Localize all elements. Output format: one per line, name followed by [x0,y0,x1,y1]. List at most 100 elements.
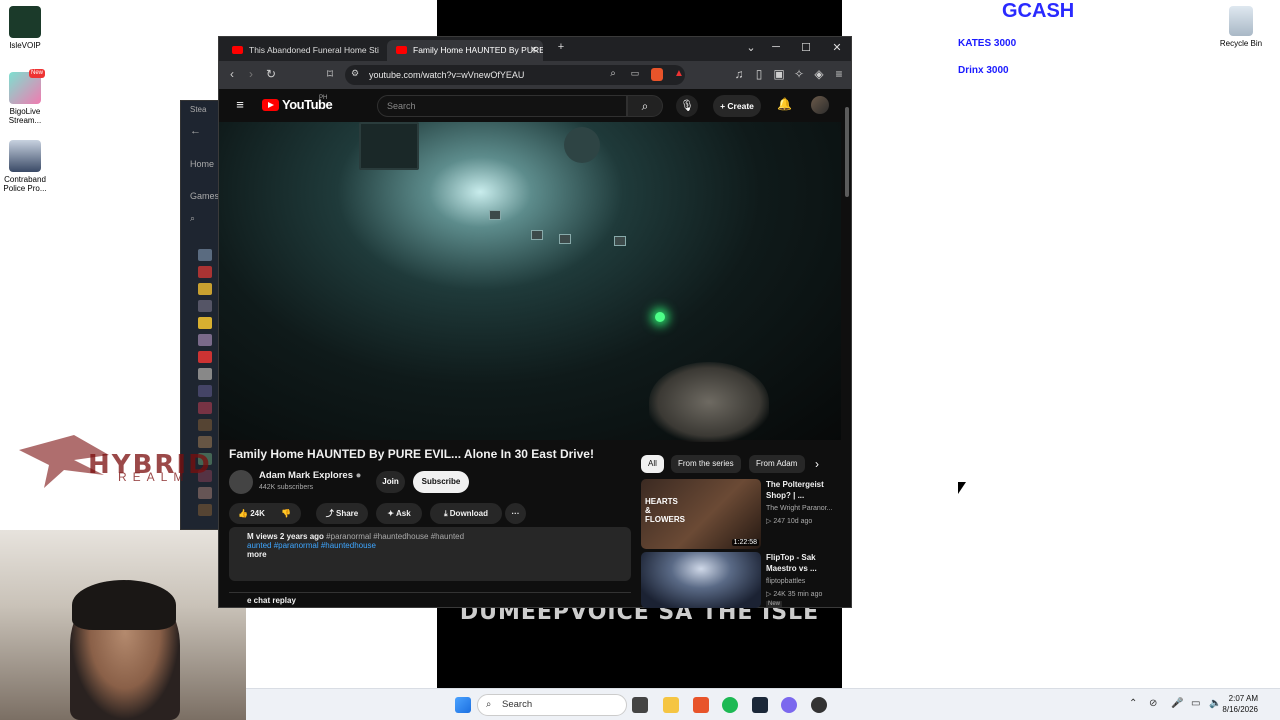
menu-icon[interactable]: ≡ [831,67,847,81]
desktop-icon-bigolive[interactable]: New BigoLive Stream... [0,69,55,125]
wallet-icon[interactable]: ▣ [771,67,787,81]
reload-icon[interactable]: ↻ [263,67,279,81]
steam-game-icon[interactable] [198,334,212,346]
more-actions-button[interactable]: ··· [505,503,526,524]
voice-search-mic-icon[interactable]: 🎙 [676,95,698,117]
page-scrollbar[interactable] [843,89,851,607]
taskbar-clock[interactable]: 2:07 AM 8/16/2026 [1222,693,1258,715]
steam-icon[interactable] [752,697,768,713]
desktop-icon-contraband[interactable]: Contraband Police Pro... [0,140,55,193]
steam-game-icon[interactable] [198,283,212,295]
chips-next-chevron-icon[interactable]: › [809,457,825,471]
back-icon[interactable]: ‹ [224,67,240,81]
channel-name-text: Adam Mark Explores [259,470,353,481]
steam-game-icon[interactable] [198,266,212,278]
youtube-search-input[interactable]: Search [377,95,627,117]
recommendation-item[interactable]: FlipTop - Sak Maestro vs ... fliptopbatt… [641,552,831,622]
brave-rewards-icon[interactable]: ▲ [671,68,687,79]
chip-from-series[interactable]: From the series [671,455,741,473]
close-tab-icon[interactable]: ✕ [530,40,538,61]
steam-game-icon[interactable] [198,368,212,380]
steam-game-icon[interactable] [198,385,212,397]
user-avatar[interactable] [811,96,829,114]
file-explorer-icon[interactable] [663,697,679,713]
share-button[interactable]: ⤴ Share [316,503,368,524]
new-tab-button[interactable]: + [551,41,571,53]
hamburger-menu-icon[interactable]: ≡ [232,97,248,112]
youtube-favicon-icon [396,46,407,54]
media-icon[interactable]: ♫ [731,67,747,81]
channel-avatar[interactable] [229,470,253,494]
search-icon: ⌕ [641,99,649,113]
ask-button[interactable]: ✦ Ask [376,503,422,524]
steam-game-icon[interactable] [198,300,212,312]
taskbar-search[interactable]: ⌕ Search [477,694,627,716]
channel-name[interactable]: Adam Mark Explores ● [259,470,361,481]
webcam-person-hair [72,580,176,630]
volume-icon[interactable]: 🔈 [1209,698,1221,709]
task-view-icon[interactable] [632,697,648,713]
steam-game-icon[interactable] [198,402,212,414]
bookmark-icon[interactable]: ⌑ [322,67,338,81]
tab-funeral-home[interactable]: This Abandoned Funeral Home Still H [223,40,379,61]
network-icon[interactable]: ⊘ [1149,698,1157,709]
join-button[interactable]: Join [376,471,405,493]
scrollbar-thumb[interactable] [845,107,849,197]
close-window-button[interactable]: ✕ [827,41,847,54]
recommendation-thumbnail[interactable]: HEARTS & FLOWERS 1:22:58 [641,479,761,549]
desc-more-link[interactable]: more [247,550,613,559]
steam-game-icon[interactable] [198,249,212,261]
like-dislike-button[interactable]: 👍 24K 👎 [229,503,301,524]
spotify-icon[interactable] [722,697,738,713]
zoom-icon[interactable]: ⌕ [605,68,621,79]
discord-icon[interactable] [781,697,797,713]
minimize-button[interactable]: ─ [766,41,786,53]
steam-game-icon[interactable] [198,351,212,363]
video-player[interactable] [219,122,841,442]
sidebar-icon[interactable]: ▯ [751,67,767,81]
brave-browser-icon[interactable] [693,697,709,713]
youtube-country-code: PH [319,95,328,101]
youtube-search-button[interactable]: ⌕ [627,95,663,117]
brave-shield-icon[interactable] [651,68,663,81]
download-button[interactable]: ⤓ Download [430,503,502,524]
desktop-icon-recycle-bin[interactable]: Recycle Bin [1211,6,1271,48]
video-frame-prop [489,210,501,220]
vpn-icon[interactable]: ◈ [811,67,827,81]
desktop-icon-label: BigoLive Stream... [8,107,42,125]
desktop-icon-islevoip[interactable]: IsleVOIP [0,6,55,50]
desc-tags: #paranormal #hauntedhouse #haunted [326,532,465,541]
tray-chevron-up-icon[interactable]: ⌃ [1129,698,1137,709]
recommendation-thumbnail[interactable] [641,552,761,608]
channel-subscribers: 442K subscribers [259,484,314,491]
tab-family-home-active[interactable]: Family Home HAUNTED By PURE ✕ [387,40,543,61]
tab-search-chevron-icon[interactable]: ⌄ [741,41,761,54]
video-description[interactable]: M views 2 years ago #paranormal #haunted… [229,527,631,581]
sparkle-icon: ✦ [387,509,395,518]
desktop-icon-label: Contraband Police Pro... [3,175,47,193]
recommendation-item[interactable]: HEARTS & FLOWERS 1:22:58 The Poltergeist… [641,479,832,549]
create-button[interactable]: + Create [713,95,761,117]
display-icon[interactable]: ▭ [1191,698,1200,709]
maximize-button[interactable]: ☐ [796,41,816,54]
youtube-logo-icon[interactable] [262,99,279,111]
chat-replay-toggle[interactable]: e chat replay [229,592,631,610]
clock-time: 2:07 AM [1228,694,1258,703]
steam-game-icon[interactable] [198,317,212,329]
cast-icon[interactable]: ▭ [627,68,643,79]
chip-all[interactable]: All [641,455,664,473]
video-green-light [655,312,665,322]
forward-icon[interactable]: › [243,67,259,81]
desc-hashtags[interactable]: aunted #paranormal #hauntedhouse [247,541,613,550]
leo-ai-icon[interactable]: ✧ [791,67,807,81]
subscribe-button[interactable]: Subscribe [413,471,469,493]
windows-start-icon[interactable] [455,697,471,713]
mic-icon[interactable]: 🎤 [1171,698,1183,709]
steam-game-icon[interactable] [198,504,212,516]
notifications-bell-icon[interactable]: 🔔 [777,97,792,111]
browser-window[interactable]: This Abandoned Funeral Home Still H Fami… [218,36,852,608]
chip-from-adam[interactable]: From Adam [749,455,805,473]
url-bar[interactable]: ⚙ youtube.com/watch?v=wVnewOfYEAU ⌕ ▭ ▲ [345,65,685,85]
app-icon[interactable] [811,697,827,713]
site-info-icon[interactable]: ⚙ [347,68,363,79]
